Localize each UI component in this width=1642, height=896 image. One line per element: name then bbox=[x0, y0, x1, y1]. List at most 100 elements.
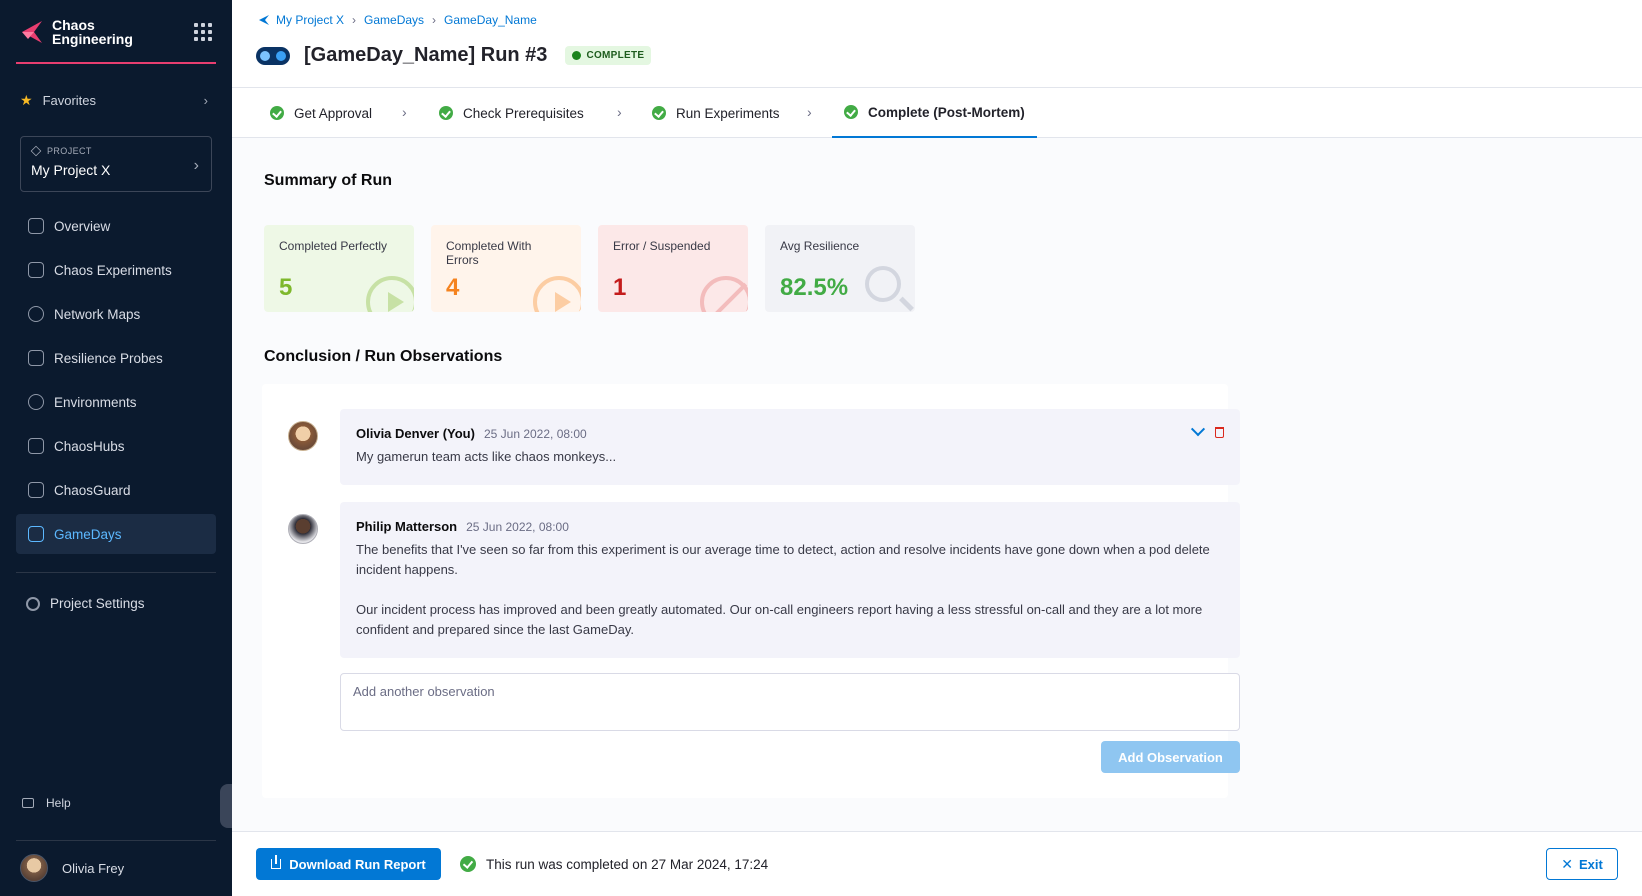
comment-author: Olivia Denver (You) bbox=[356, 426, 475, 441]
stat-card-value: 1 bbox=[613, 274, 627, 301]
stat-card-value: 4 bbox=[446, 274, 460, 301]
avatar bbox=[288, 421, 318, 451]
help-icon bbox=[22, 798, 34, 808]
breadcrumb-separator: › bbox=[432, 13, 437, 27]
magnifier-icon bbox=[865, 266, 901, 302]
favorites-label: Favorites bbox=[42, 92, 97, 108]
tab-label: Check Prerequisites bbox=[463, 105, 584, 121]
tab-run-experiments[interactable]: Run Experiments bbox=[652, 88, 780, 138]
tab-label: Run Experiments bbox=[676, 105, 780, 121]
project-label: PROJECT bbox=[47, 146, 92, 156]
play-icon bbox=[366, 276, 414, 312]
check-circle-icon bbox=[270, 106, 284, 120]
sidebar-item-network-maps[interactable]: Network Maps bbox=[16, 294, 216, 334]
breadcrumb-link-gameday[interactable]: GameDay_Name bbox=[444, 13, 537, 27]
comment-header: Philip Matterson 25 Jun 2022, 08:00 bbox=[356, 519, 1224, 534]
comment-timestamp: 25 Jun 2022, 08:00 bbox=[466, 520, 569, 534]
home-icon bbox=[28, 218, 44, 234]
sidebar-item-chaoshubs[interactable]: ChaosHubs bbox=[16, 426, 216, 466]
completion-status: This run was completed on 27 Mar 2024, 1… bbox=[460, 856, 768, 872]
tab-label: Get Approval bbox=[294, 105, 373, 121]
add-observation-button[interactable]: Add Observation bbox=[1101, 741, 1240, 773]
download-icon bbox=[271, 855, 282, 869]
sidebar-item-label: Overview bbox=[54, 218, 111, 234]
gear-icon bbox=[26, 596, 40, 611]
comment-body: My gamerun team acts like chaos monkeys.… bbox=[356, 447, 1224, 467]
probe-icon bbox=[28, 350, 44, 366]
sidebar-collapse-handle[interactable] bbox=[220, 784, 232, 828]
divider bbox=[16, 840, 216, 841]
tab-check-prerequisites[interactable]: Check Prerequisites bbox=[439, 88, 584, 138]
download-button-label: Download Run Report bbox=[289, 856, 426, 872]
breadcrumb-separator: › bbox=[352, 13, 357, 27]
observation-input[interactable] bbox=[340, 673, 1240, 731]
divider bbox=[16, 572, 216, 573]
environment-icon bbox=[28, 394, 44, 410]
close-icon: ✕ bbox=[1561, 855, 1573, 872]
status-badge: COMPLETE bbox=[565, 46, 652, 65]
comment-card: Philip Matterson 25 Jun 2022, 08:00 The … bbox=[340, 502, 1240, 658]
comment-paragraph: Our incident process has improved and be… bbox=[356, 602, 1203, 637]
download-report-button[interactable]: Download Run Report bbox=[256, 848, 441, 880]
delete-icon[interactable] bbox=[1215, 427, 1224, 438]
exit-button[interactable]: ✕ Exit bbox=[1546, 848, 1618, 880]
breadcrumb-link-project[interactable]: My Project X bbox=[276, 13, 344, 27]
sidebar-item-label: ChaosGuard bbox=[54, 482, 131, 498]
sidebar-item-chaos-experiments[interactable]: Chaos Experiments bbox=[16, 250, 216, 290]
play-icon bbox=[533, 276, 581, 312]
tab-label: Complete (Post-Mortem) bbox=[868, 104, 1025, 120]
sidebar-item-resilience-probes[interactable]: Resilience Probes bbox=[16, 338, 216, 378]
cube-icon bbox=[30, 145, 42, 157]
app-title: Chaos Engineering bbox=[52, 17, 133, 47]
stat-card-completed-perfectly: Completed Perfectly 5 bbox=[264, 225, 414, 312]
sidebar-item-label: Project Settings bbox=[50, 596, 145, 611]
avatar bbox=[288, 514, 318, 544]
gamepad-icon bbox=[28, 526, 44, 542]
help-link[interactable]: Help bbox=[22, 796, 71, 810]
favorites-item[interactable]: ★ Favorites › bbox=[16, 88, 216, 112]
exit-button-label: Exit bbox=[1578, 856, 1603, 872]
apps-grid-icon[interactable] bbox=[194, 23, 212, 41]
network-icon bbox=[28, 306, 44, 322]
project-selector[interactable]: PROJECT My Project X › bbox=[20, 136, 212, 192]
title-row: [GameDay_Name] Run #3 COMPLETE bbox=[256, 44, 652, 67]
check-circle-icon bbox=[572, 51, 582, 60]
edit-icon[interactable] bbox=[1190, 422, 1206, 437]
comment-card: Olivia Denver (You) 25 Jun 2022, 08:00 M… bbox=[340, 409, 1240, 485]
check-circle-icon bbox=[460, 856, 476, 872]
stat-card-avg-resilience: Avg Resilience 82.5% bbox=[765, 225, 915, 312]
project-name: My Project X bbox=[31, 162, 111, 178]
tab-complete-post-mortem[interactable]: Complete (Post-Mortem) bbox=[832, 88, 1037, 138]
comment-paragraph: My gamerun team acts like chaos monkeys.… bbox=[356, 449, 617, 464]
brand[interactable]: Chaos Engineering bbox=[18, 18, 142, 46]
tab-get-approval[interactable]: Get Approval bbox=[270, 88, 372, 138]
comment-timestamp: 25 Jun 2022, 08:00 bbox=[483, 427, 587, 441]
stat-card-error-suspended: Error / Suspended 1 bbox=[598, 225, 748, 312]
user-profile[interactable]: Olivia Frey bbox=[20, 854, 124, 882]
sidebar-item-project-settings[interactable]: Project Settings bbox=[26, 596, 145, 611]
sidebar-item-gamedays[interactable]: GameDays bbox=[16, 514, 216, 554]
sidebar-item-chaosguard[interactable]: ChaosGuard bbox=[16, 470, 216, 510]
page-header: My Project X › GameDays › GameDay_Name [… bbox=[232, 0, 1642, 88]
stat-card-label: Avg Resilience bbox=[780, 239, 860, 253]
stat-card-value: 5 bbox=[279, 274, 293, 301]
completion-text: This run was completed on 27 Mar 2024, 1… bbox=[486, 856, 769, 872]
project-label-row: PROJECT bbox=[30, 145, 201, 157]
check-circle-icon bbox=[652, 106, 666, 120]
sidebar-item-label: Network Maps bbox=[54, 306, 141, 322]
chaos-small-icon bbox=[259, 15, 269, 25]
stat-card-label: Completed Perfectly bbox=[279, 239, 388, 253]
stat-card-completed-with-errors: Completed With Errors 4 bbox=[431, 225, 581, 312]
chevron-right-icon: › bbox=[193, 157, 199, 174]
brand-underline bbox=[16, 62, 216, 64]
check-circle-icon bbox=[439, 106, 453, 120]
sidebar-item-environments[interactable]: Environments bbox=[16, 382, 216, 422]
stat-card-value: 82.5% bbox=[780, 274, 849, 301]
breadcrumb-link-gamedays[interactable]: GameDays bbox=[364, 13, 424, 27]
guard-icon bbox=[28, 482, 44, 498]
sidebar-item-overview[interactable]: Overview bbox=[16, 206, 216, 246]
flask-icon bbox=[28, 262, 44, 278]
comment-body: The benefits that I've seen so far from … bbox=[356, 540, 1224, 640]
check-circle-icon bbox=[844, 105, 858, 119]
footer-bar: Download Run Report This run was complet… bbox=[232, 831, 1642, 896]
